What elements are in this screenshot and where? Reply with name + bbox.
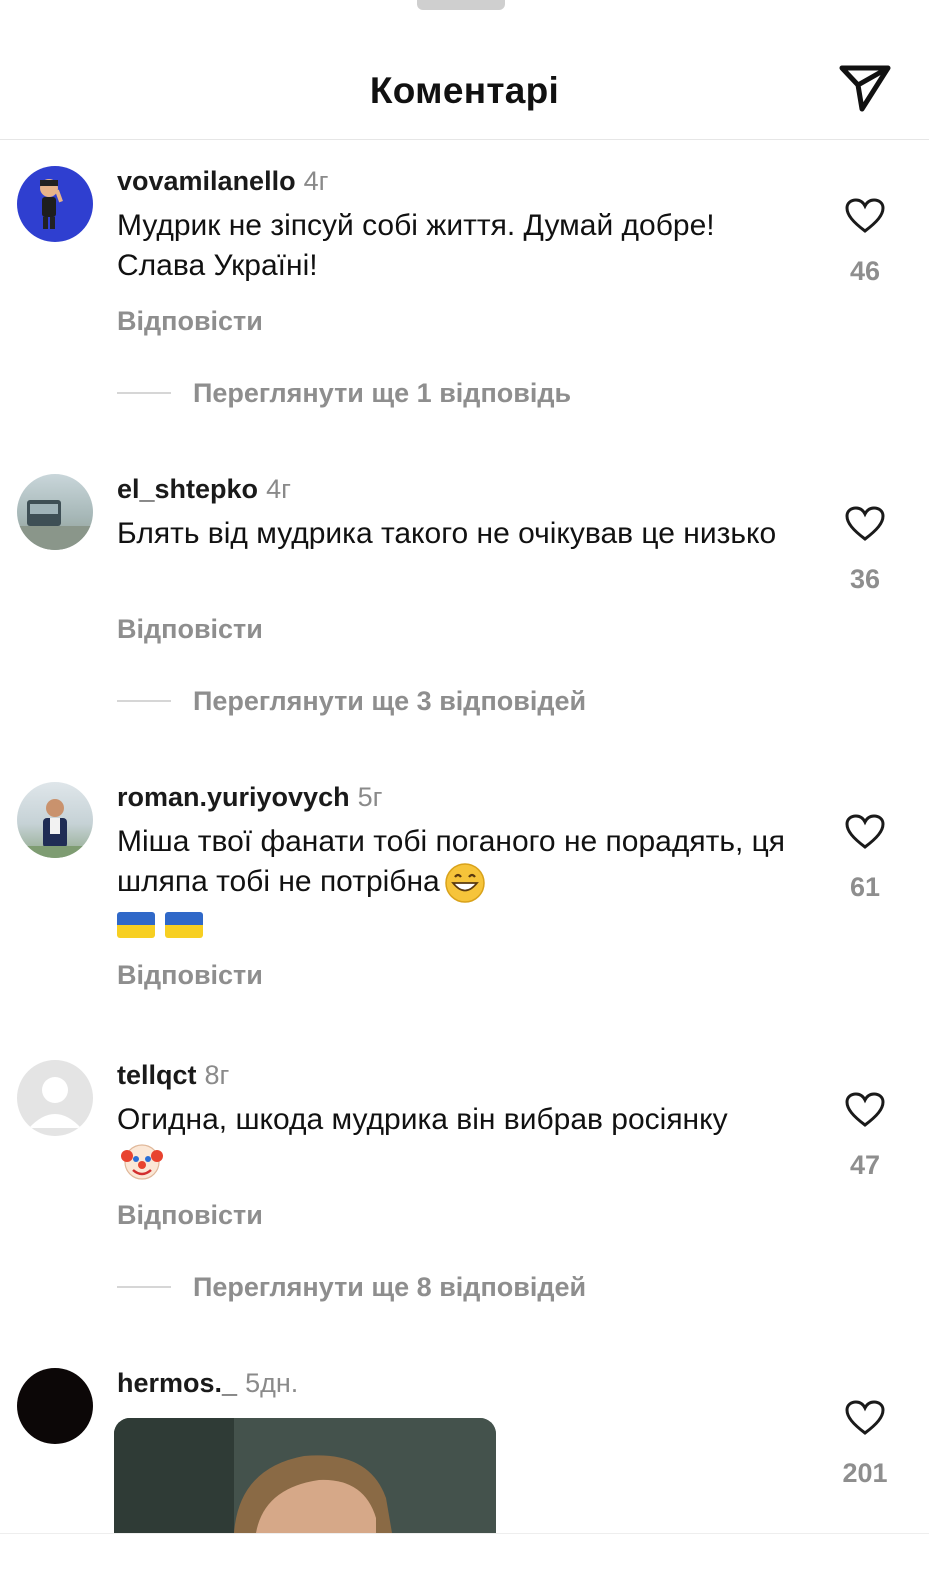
comment-header: hermos._ 5дн. bbox=[117, 1368, 298, 1399]
comment-text: Мудрик не зіпсуй собі життя. Думай добре… bbox=[117, 209, 715, 282]
replies-divider bbox=[117, 392, 171, 394]
comments-sheet: Коментарі vovamilanello 4г Мудрик не зіпс… bbox=[0, 0, 929, 1595]
paper-plane-icon[interactable] bbox=[838, 63, 892, 113]
view-replies-button[interactable]: Переглянути ще 3 відповідей bbox=[117, 686, 586, 716]
username[interactable]: vovamilanello bbox=[117, 166, 296, 196]
username[interactable]: el_shtepko bbox=[117, 474, 258, 504]
like-count: 201 bbox=[842, 1458, 888, 1488]
avatar[interactable] bbox=[17, 782, 93, 858]
reply-button[interactable]: Відповісти bbox=[117, 306, 263, 337]
gif-attachment[interactable] bbox=[114, 1418, 496, 1533]
like-count: 61 bbox=[849, 872, 881, 902]
ukraine-flag-emoji bbox=[165, 912, 203, 939]
comment-text: Блять від мудрика такого не очікував це … bbox=[117, 517, 777, 550]
like-count: 47 bbox=[849, 1150, 881, 1180]
heart-outline-icon[interactable] bbox=[845, 198, 885, 234]
comments-header: Коментарі bbox=[0, 50, 929, 140]
like-count: 36 bbox=[849, 564, 881, 594]
username[interactable]: tellqct bbox=[117, 1060, 197, 1090]
clown-face-emoji bbox=[121, 1144, 163, 1180]
avatar-bus-icon bbox=[17, 500, 93, 550]
reply-button[interactable]: Відповісти bbox=[117, 614, 263, 645]
comment-header: tellqct 8г bbox=[117, 1060, 229, 1091]
ukraine-flag-emoji bbox=[117, 912, 155, 939]
comment-text-block: Огидна, шкода мудрика він вибрав росіянк… bbox=[117, 1100, 737, 1182]
comment-time: 8г bbox=[204, 1060, 230, 1090]
username[interactable]: roman.yuriyovych bbox=[117, 782, 350, 812]
heart-outline-icon[interactable] bbox=[845, 506, 885, 542]
like-count: 46 bbox=[849, 256, 881, 286]
avatar-figure-icon bbox=[40, 179, 63, 229]
avatar[interactable] bbox=[17, 474, 93, 550]
gif-person-image bbox=[114, 1418, 496, 1533]
replies-divider bbox=[117, 700, 171, 702]
comment-time: 4г bbox=[303, 166, 329, 196]
comment-time: 5г bbox=[357, 782, 383, 812]
page-title: Коментарі bbox=[369, 70, 560, 111]
avatar[interactable] bbox=[17, 166, 93, 242]
avatar-placeholder[interactable] bbox=[17, 1060, 93, 1136]
view-replies-label: Переглянути ще 8 відповідей bbox=[193, 1271, 587, 1302]
default-user-icon bbox=[29, 1077, 81, 1128]
heart-outline-icon[interactable] bbox=[845, 1400, 885, 1436]
emoji-reaction-bar bbox=[0, 1533, 929, 1595]
view-replies-label: Переглянути ще 1 відповідь bbox=[193, 377, 572, 408]
sheet-drag-handle[interactable] bbox=[417, 0, 505, 10]
avatar[interactable] bbox=[17, 1368, 93, 1444]
comment-header: el_shtepko 4г bbox=[117, 474, 291, 505]
view-replies-label: Переглянути ще 3 відповідей bbox=[193, 685, 587, 716]
heart-outline-icon[interactable] bbox=[845, 1092, 885, 1128]
avatar-person-icon bbox=[17, 799, 93, 858]
view-replies-button[interactable]: Переглянути ще 1 відповідь bbox=[117, 378, 571, 408]
comment-text: Огидна, шкода мудрика він вибрав росіянк… bbox=[117, 1103, 728, 1136]
view-replies-button[interactable]: Переглянути ще 8 відповідей bbox=[117, 1272, 586, 1302]
comment-time: 4г bbox=[266, 474, 291, 504]
replies-divider bbox=[117, 1286, 171, 1288]
grinning-face-emoji bbox=[444, 863, 485, 903]
comment-header: roman.yuriyovych 5г bbox=[117, 782, 382, 813]
reply-button[interactable]: Відповісти bbox=[117, 960, 263, 991]
reply-button[interactable]: Відповісти bbox=[117, 1200, 263, 1231]
comment-time: 5дн. bbox=[245, 1368, 299, 1398]
comment-text-block: Міша твої фанати тобі поганого не порадя… bbox=[117, 822, 787, 944]
heart-outline-icon[interactable] bbox=[845, 814, 885, 850]
comment-header: vovamilanello 4г bbox=[117, 166, 328, 197]
username[interactable]: hermos._ bbox=[117, 1368, 237, 1398]
